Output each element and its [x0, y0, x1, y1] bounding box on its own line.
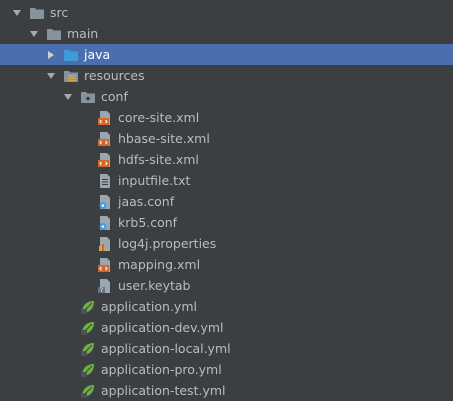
tree-node-label: resources — [84, 68, 145, 83]
xml-file-icon — [97, 110, 113, 126]
tree-node-main[interactable]: main — [0, 23, 453, 44]
spring-leaf-icon — [80, 320, 96, 336]
tree-node-label: main — [67, 26, 99, 41]
tree-node-src[interactable]: src — [0, 2, 453, 23]
tree-node-hdfs-site[interactable]: hdfs-site.xml — [0, 149, 453, 170]
source-folder-icon — [63, 47, 79, 63]
tree-node-label: user.keytab — [118, 278, 191, 293]
tree-node-application-dev[interactable]: application-dev.yml — [0, 317, 453, 338]
spring-leaf-icon — [80, 383, 96, 399]
tree-node-label: hdfs-site.xml — [118, 152, 199, 167]
tree-node-jaas[interactable]: jaas.conf — [0, 191, 453, 212]
chevron-down-icon[interactable] — [12, 8, 22, 18]
xml-file-icon — [97, 152, 113, 168]
tree-node-application-test[interactable]: application-test.yml — [0, 380, 453, 401]
tree-node-label: mapping.xml — [118, 257, 201, 272]
unknown-file-icon: ? — [97, 278, 113, 294]
tree-node-label: src — [50, 5, 69, 20]
chevron-down-icon[interactable] — [63, 92, 73, 102]
tree-node-keytab[interactable]: ? user.keytab — [0, 275, 453, 296]
tree-node-label: application-dev.yml — [101, 320, 224, 335]
spring-leaf-icon — [80, 299, 96, 315]
folder-icon — [29, 5, 45, 21]
package-folder-icon — [80, 89, 96, 105]
tree-node-label: java — [84, 47, 111, 62]
resources-folder-icon — [63, 68, 79, 84]
tree-node-label: jaas.conf — [118, 194, 175, 209]
chevron-down-icon[interactable] — [29, 29, 39, 39]
tree-node-mapping[interactable]: mapping.xml — [0, 254, 453, 275]
tree-node-krb5[interactable]: krb5.conf — [0, 212, 453, 233]
tree-node-label: conf — [101, 89, 128, 104]
svg-text:?: ? — [100, 287, 103, 294]
xml-file-icon — [97, 131, 113, 147]
tree-node-core-site[interactable]: core-site.xml — [0, 107, 453, 128]
tree-node-application[interactable]: application.yml — [0, 296, 453, 317]
folder-icon — [46, 26, 62, 42]
tree-node-inputfile[interactable]: inputfile.txt — [0, 170, 453, 191]
tree-node-label: core-site.xml — [118, 110, 200, 125]
tree-node-label: log4j.properties — [118, 236, 217, 251]
tree-node-hbase-site[interactable]: hbase-site.xml — [0, 128, 453, 149]
tree-node-label: krb5.conf — [118, 215, 178, 230]
project-tree: src main java resources conf core-site.x… — [0, 0, 453, 401]
tree-node-label: application-pro.yml — [101, 362, 222, 377]
chevron-right-icon[interactable] — [46, 50, 56, 60]
spring-leaf-icon — [80, 362, 96, 378]
tree-node-label: hbase-site.xml — [118, 131, 210, 146]
text-file-icon — [97, 173, 113, 189]
tree-node-application-local[interactable]: application-local.yml — [0, 338, 453, 359]
tree-node-label: inputfile.txt — [118, 173, 191, 188]
config-file-icon — [97, 215, 113, 231]
tree-node-conf[interactable]: conf — [0, 86, 453, 107]
tree-node-resources[interactable]: resources — [0, 65, 453, 86]
chevron-down-icon[interactable] — [46, 71, 56, 81]
tree-node-application-pro[interactable]: application-pro.yml — [0, 359, 453, 380]
tree-node-label: application-test.yml — [101, 383, 226, 398]
config-file-icon — [97, 194, 113, 210]
tree-node-log4j[interactable]: log4j.properties — [0, 233, 453, 254]
tree-node-label: application-local.yml — [101, 341, 231, 356]
spring-leaf-icon — [80, 341, 96, 357]
properties-file-icon — [97, 236, 113, 252]
xml-file-icon — [97, 257, 113, 273]
tree-node-java[interactable]: java — [0, 44, 453, 65]
tree-node-label: application.yml — [101, 299, 197, 314]
